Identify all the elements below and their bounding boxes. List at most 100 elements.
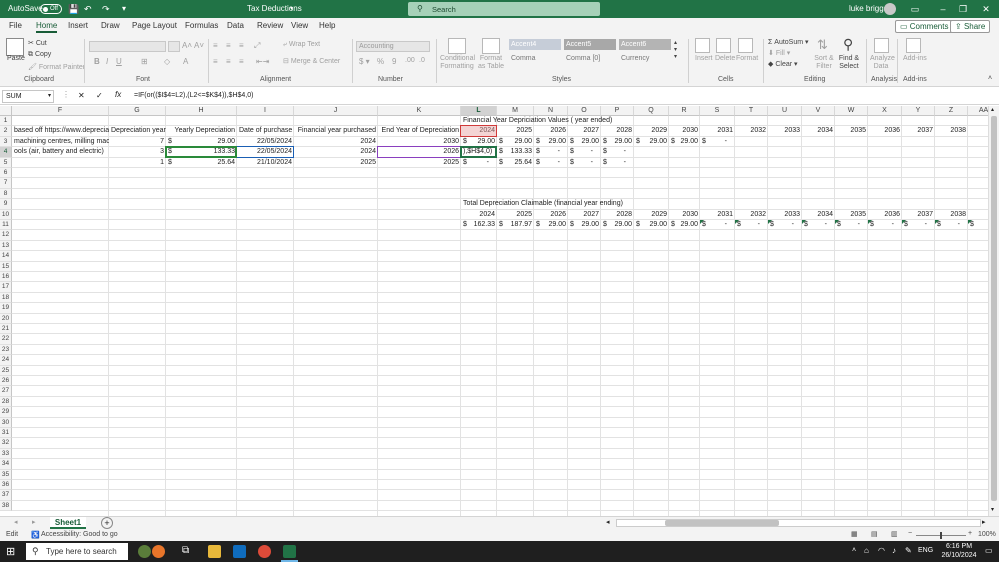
cell-z10[interactable]: 2038: [935, 210, 968, 220]
name-box[interactable]: SUM ▾: [2, 90, 54, 103]
find-select-icon[interactable]: ⚲: [843, 36, 853, 53]
tab-draw[interactable]: Draw: [101, 21, 120, 30]
cell-i5[interactable]: 21/10/2024: [237, 158, 294, 168]
row-header-13[interactable]: 13: [0, 240, 12, 252]
row-header-25[interactable]: 25: [0, 365, 12, 376]
row-header-12[interactable]: 12: [0, 230, 12, 241]
style-accent4[interactable]: Accent4: [509, 39, 561, 50]
active-cell-editor[interactable]: ),$H$4,0): [461, 147, 497, 157]
row-header-33[interactable]: 33: [0, 448, 12, 460]
cell-i2[interactable]: Date of purchase: [237, 126, 294, 136]
zoom-out-icon[interactable]: −: [908, 530, 912, 537]
format-button[interactable]: Format: [736, 55, 758, 62]
cell-g5[interactable]: 1: [109, 158, 166, 168]
confirm-entry-icon[interactable]: ✓: [96, 91, 103, 100]
delete-cells-icon[interactable]: [716, 38, 731, 53]
chrome-icon[interactable]: [258, 545, 271, 558]
vertical-scrollbar[interactable]: ▴ ▾: [988, 106, 999, 516]
row-header-36[interactable]: 36: [0, 480, 12, 491]
column-header-j[interactable]: J: [294, 106, 378, 116]
row-header-16[interactable]: 16: [0, 272, 12, 283]
column-header-o[interactable]: O: [568, 106, 601, 116]
format-painter-button[interactable]: 🖌 Format Painter: [28, 63, 85, 71]
italic-icon[interactable]: I: [106, 57, 108, 66]
font-size-dropdown[interactable]: [168, 41, 180, 52]
align-middle-icon[interactable]: ≡: [226, 41, 231, 50]
cell-w2[interactable]: 2035: [835, 126, 868, 136]
cell-o3[interactable]: $29.00: [568, 137, 601, 147]
cell-f2[interactable]: based off https://www.depreciation-rates…: [12, 126, 109, 136]
cell-m3[interactable]: $29.00: [497, 137, 534, 147]
row-header-5[interactable]: 5: [0, 157, 12, 168]
styles-scroll-icon[interactable]: ▴ ▾ ▾: [674, 39, 677, 60]
cell-f4[interactable]: ools (air, battery and electric): [12, 147, 109, 157]
cell-z2[interactable]: 2038: [935, 126, 968, 136]
scroll-left-icon[interactable]: ◂: [606, 518, 610, 526]
cell-i4[interactable]: 22/05/2024: [237, 147, 294, 157]
insert-function-icon[interactable]: fx: [115, 90, 121, 99]
normal-view-icon[interactable]: ▦: [851, 530, 858, 538]
cell-o2[interactable]: 2027: [568, 126, 601, 136]
vertical-scroll-thumb[interactable]: [991, 116, 997, 501]
user-name[interactable]: luke briggs: [849, 4, 888, 13]
column-header-n[interactable]: N: [534, 106, 568, 116]
cell-s11[interactable]: $ -: [700, 220, 735, 230]
format-as-table-button[interactable]: Format as Table: [476, 55, 506, 71]
cell-f3[interactable]: machining centres, milling mach: [12, 137, 109, 147]
cell-n2[interactable]: 2026: [534, 126, 568, 136]
tab-home[interactable]: Home: [36, 21, 58, 33]
cell-o11[interactable]: $29.00: [568, 220, 601, 230]
row-header-6[interactable]: 6: [0, 168, 12, 179]
column-header-y[interactable]: Y: [902, 106, 935, 116]
cell-m11[interactable]: $187.97: [497, 220, 534, 230]
column-header-u[interactable]: U: [768, 106, 802, 116]
autosave-toggle[interactable]: Off: [40, 4, 62, 14]
cell-t11[interactable]: $ -: [735, 220, 768, 230]
clock-time[interactable]: 6:16 PM: [942, 543, 976, 550]
file-explorer-icon[interactable]: [208, 545, 221, 558]
cell-l2[interactable]: 2024: [461, 126, 497, 136]
align-bottom-icon[interactable]: ≡: [239, 41, 244, 50]
cell-l11[interactable]: $162.33: [461, 220, 497, 230]
cell-p11[interactable]: $29.00: [601, 220, 634, 230]
style-currency[interactable]: Currency: [619, 53, 671, 64]
wrap-text-button[interactable]: ⤶ Wrap Text: [283, 41, 320, 49]
row-header-7[interactable]: 7: [0, 178, 12, 189]
cell-g2[interactable]: Depreciation year: [109, 126, 166, 136]
tab-insert[interactable]: Insert: [68, 21, 88, 30]
sheet-tab-sheet1[interactable]: Sheet1: [50, 517, 86, 529]
number-format-dropdown[interactable]: Accounting: [356, 41, 430, 52]
bold-icon[interactable]: B: [94, 57, 100, 66]
align-left-icon[interactable]: ≡: [213, 57, 218, 66]
tab-review[interactable]: Review: [257, 21, 283, 30]
excel-taskbar-icon[interactable]: [283, 545, 296, 558]
cell-m4[interactable]: $133.33: [497, 147, 534, 157]
row-header-22[interactable]: 22: [0, 334, 12, 345]
cell-n5[interactable]: $ -: [534, 158, 568, 168]
currency-format-icon[interactable]: $ ▾: [359, 57, 370, 66]
tab-view[interactable]: View: [291, 21, 308, 30]
select-all-corner[interactable]: [0, 106, 12, 116]
horizontal-scrollbar[interactable]: [616, 519, 981, 527]
cell-z11[interactable]: $ -: [935, 220, 968, 230]
column-header-r[interactable]: R: [669, 106, 700, 116]
cell-r10[interactable]: 2030: [669, 210, 700, 220]
row-header-14[interactable]: 14: [0, 251, 12, 262]
cell-n4[interactable]: $ -: [534, 147, 568, 157]
cell-m10[interactable]: 2025: [497, 210, 534, 220]
cell-q10[interactable]: 2029: [634, 210, 669, 220]
horizontal-scroll-thumb[interactable]: [665, 520, 779, 526]
prev-sheet-icon[interactable]: ◂: [14, 518, 18, 526]
style-comma0[interactable]: Comma [0]: [564, 53, 616, 64]
redo-icon[interactable]: ↷: [102, 4, 110, 15]
style-comma[interactable]: Comma: [509, 53, 561, 64]
row-header-4[interactable]: 4: [0, 147, 12, 158]
show-hidden-icons-icon[interactable]: ˄: [852, 547, 856, 554]
fill-color-icon[interactable]: ◇: [164, 57, 170, 66]
cell-u2[interactable]: 2033: [768, 126, 802, 136]
analyze-data-icon[interactable]: [874, 38, 889, 53]
row-header-10[interactable]: 10: [0, 209, 12, 220]
language-indicator[interactable]: ENG: [918, 547, 933, 554]
orientation-icon[interactable]: ⤢: [254, 41, 260, 51]
zoom-slider-thumb[interactable]: [940, 532, 942, 539]
